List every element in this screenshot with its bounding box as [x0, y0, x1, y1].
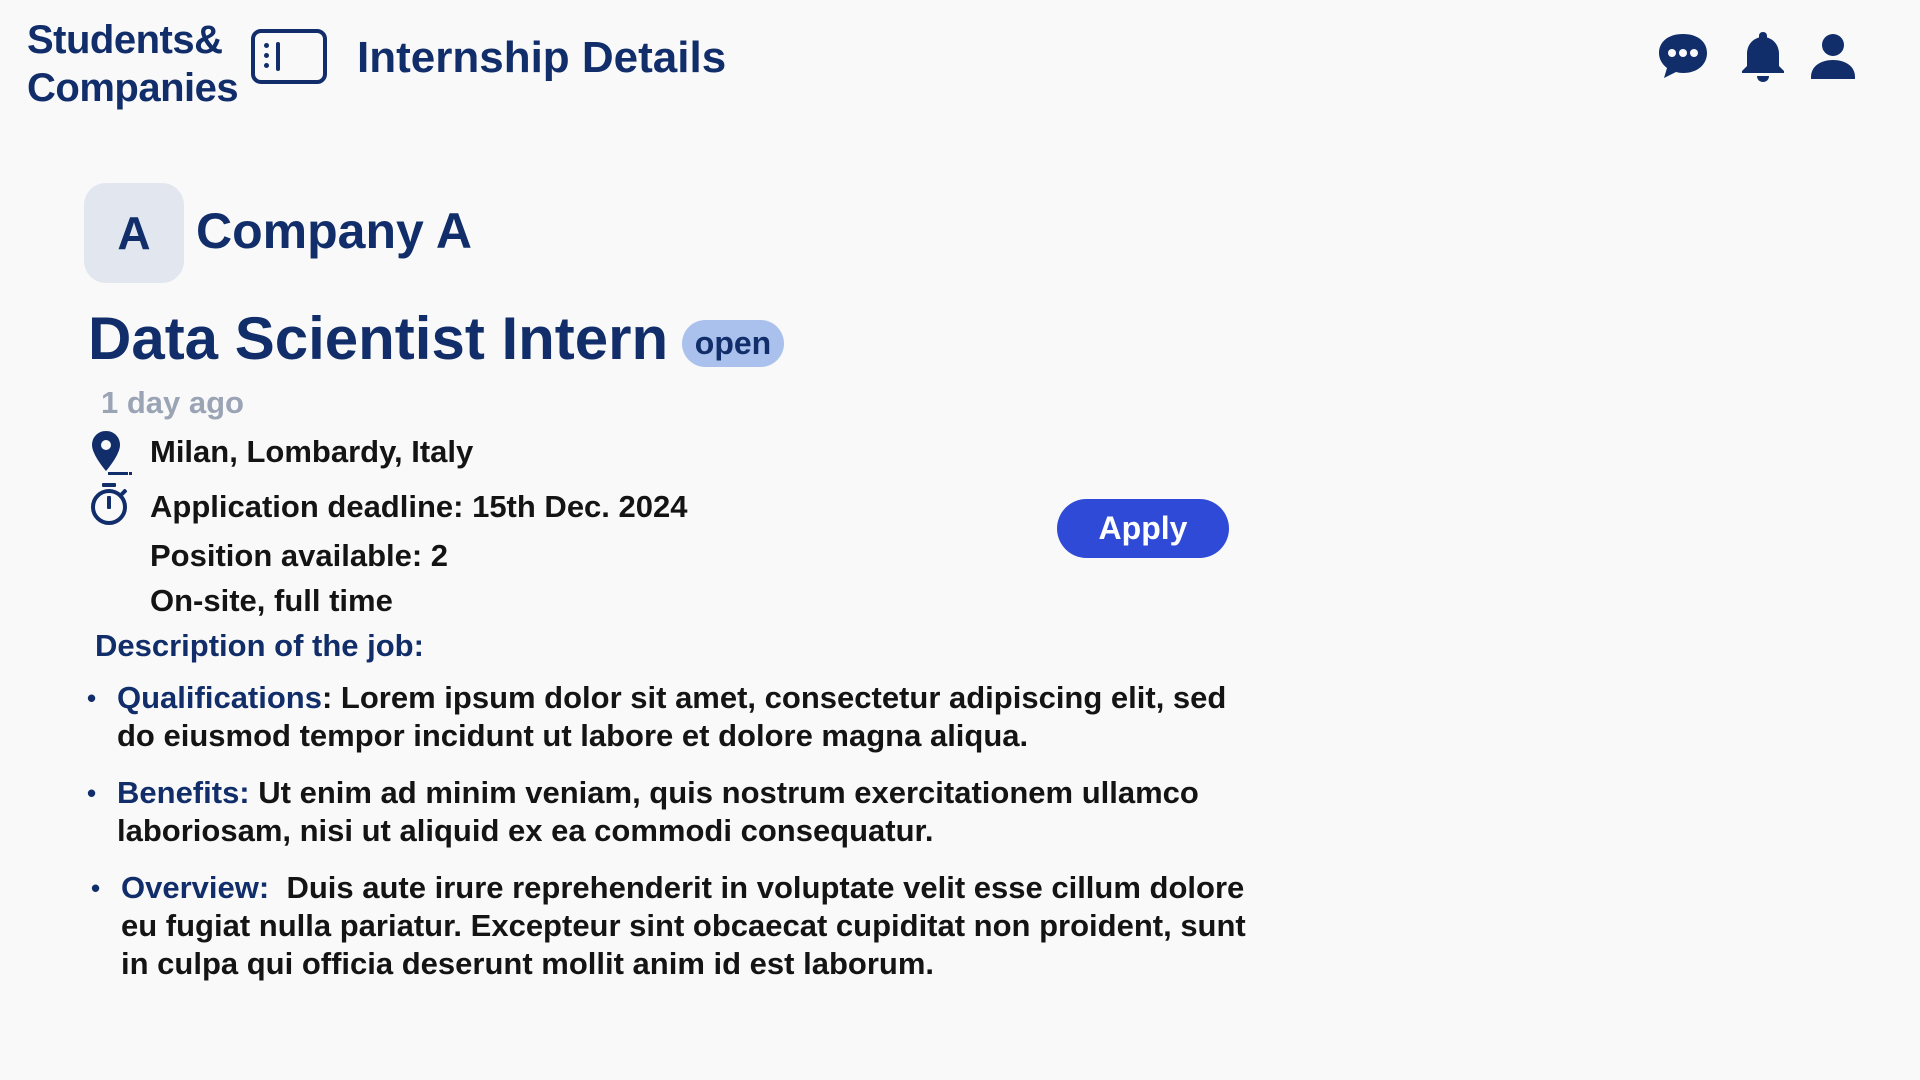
- description-item-text: Ut enim ad minim veniam, quis nostrum ex…: [117, 775, 1199, 848]
- apply-button[interactable]: Apply: [1057, 499, 1229, 558]
- timer-icon: [86, 481, 132, 527]
- positions-available: Position available: 2: [150, 538, 449, 573]
- sidebar-dot: [264, 53, 269, 58]
- status-badge: open: [682, 320, 784, 367]
- description-item-benefits: • Benefits: Ut enim ad minim veniam, qui…: [87, 774, 1267, 850]
- description-item-key: Benefits:: [117, 775, 250, 810]
- sidebar-divider: [276, 42, 280, 71]
- application-deadline: Application deadline: 15th Dec. 2024: [150, 489, 688, 524]
- description-item-separator: :: [321, 680, 341, 715]
- job-location: Milan, Lombardy, Italy: [150, 434, 474, 469]
- user-icon[interactable]: [1805, 28, 1861, 84]
- bullet-icon: •: [87, 683, 97, 713]
- description-item-qualifications: • Qualifications: Lorem ipsum dolor sit …: [87, 679, 1267, 755]
- description-item-separator: [269, 870, 286, 905]
- description-item-separator: [250, 775, 259, 810]
- sidebar-dot: [264, 43, 269, 48]
- page-title: Internship Details: [357, 33, 727, 82]
- description-heading: Description of the job:: [95, 628, 424, 663]
- bullet-icon: •: [91, 873, 101, 903]
- company-avatar: A: [84, 183, 184, 283]
- description-item-text: Duis aute irure reprehenderit in volupta…: [121, 870, 1246, 981]
- description-item-key: Qualifications: [117, 680, 322, 715]
- chat-icon[interactable]: [1655, 28, 1711, 84]
- sidebar-dot: [264, 63, 269, 68]
- sidebar-toggle-button[interactable]: [251, 29, 327, 84]
- brand-line-1: Students&: [27, 18, 223, 62]
- description-item-overview: • Overview: Duis aute irure reprehenderi…: [91, 869, 1271, 983]
- bell-icon[interactable]: [1735, 28, 1791, 84]
- brand-line-2: Companies: [27, 66, 239, 110]
- location-pin-icon: [88, 428, 136, 476]
- company-name[interactable]: Company A: [196, 201, 472, 261]
- job-title: Data Scientist Intern: [88, 305, 669, 372]
- work-mode: On-site, full time: [150, 583, 393, 618]
- brand-logo[interactable]: Students& Companies: [27, 16, 239, 112]
- bullet-icon: •: [87, 778, 97, 808]
- description-item-key: Overview:: [121, 870, 270, 905]
- posted-time: 1 day ago: [101, 385, 244, 420]
